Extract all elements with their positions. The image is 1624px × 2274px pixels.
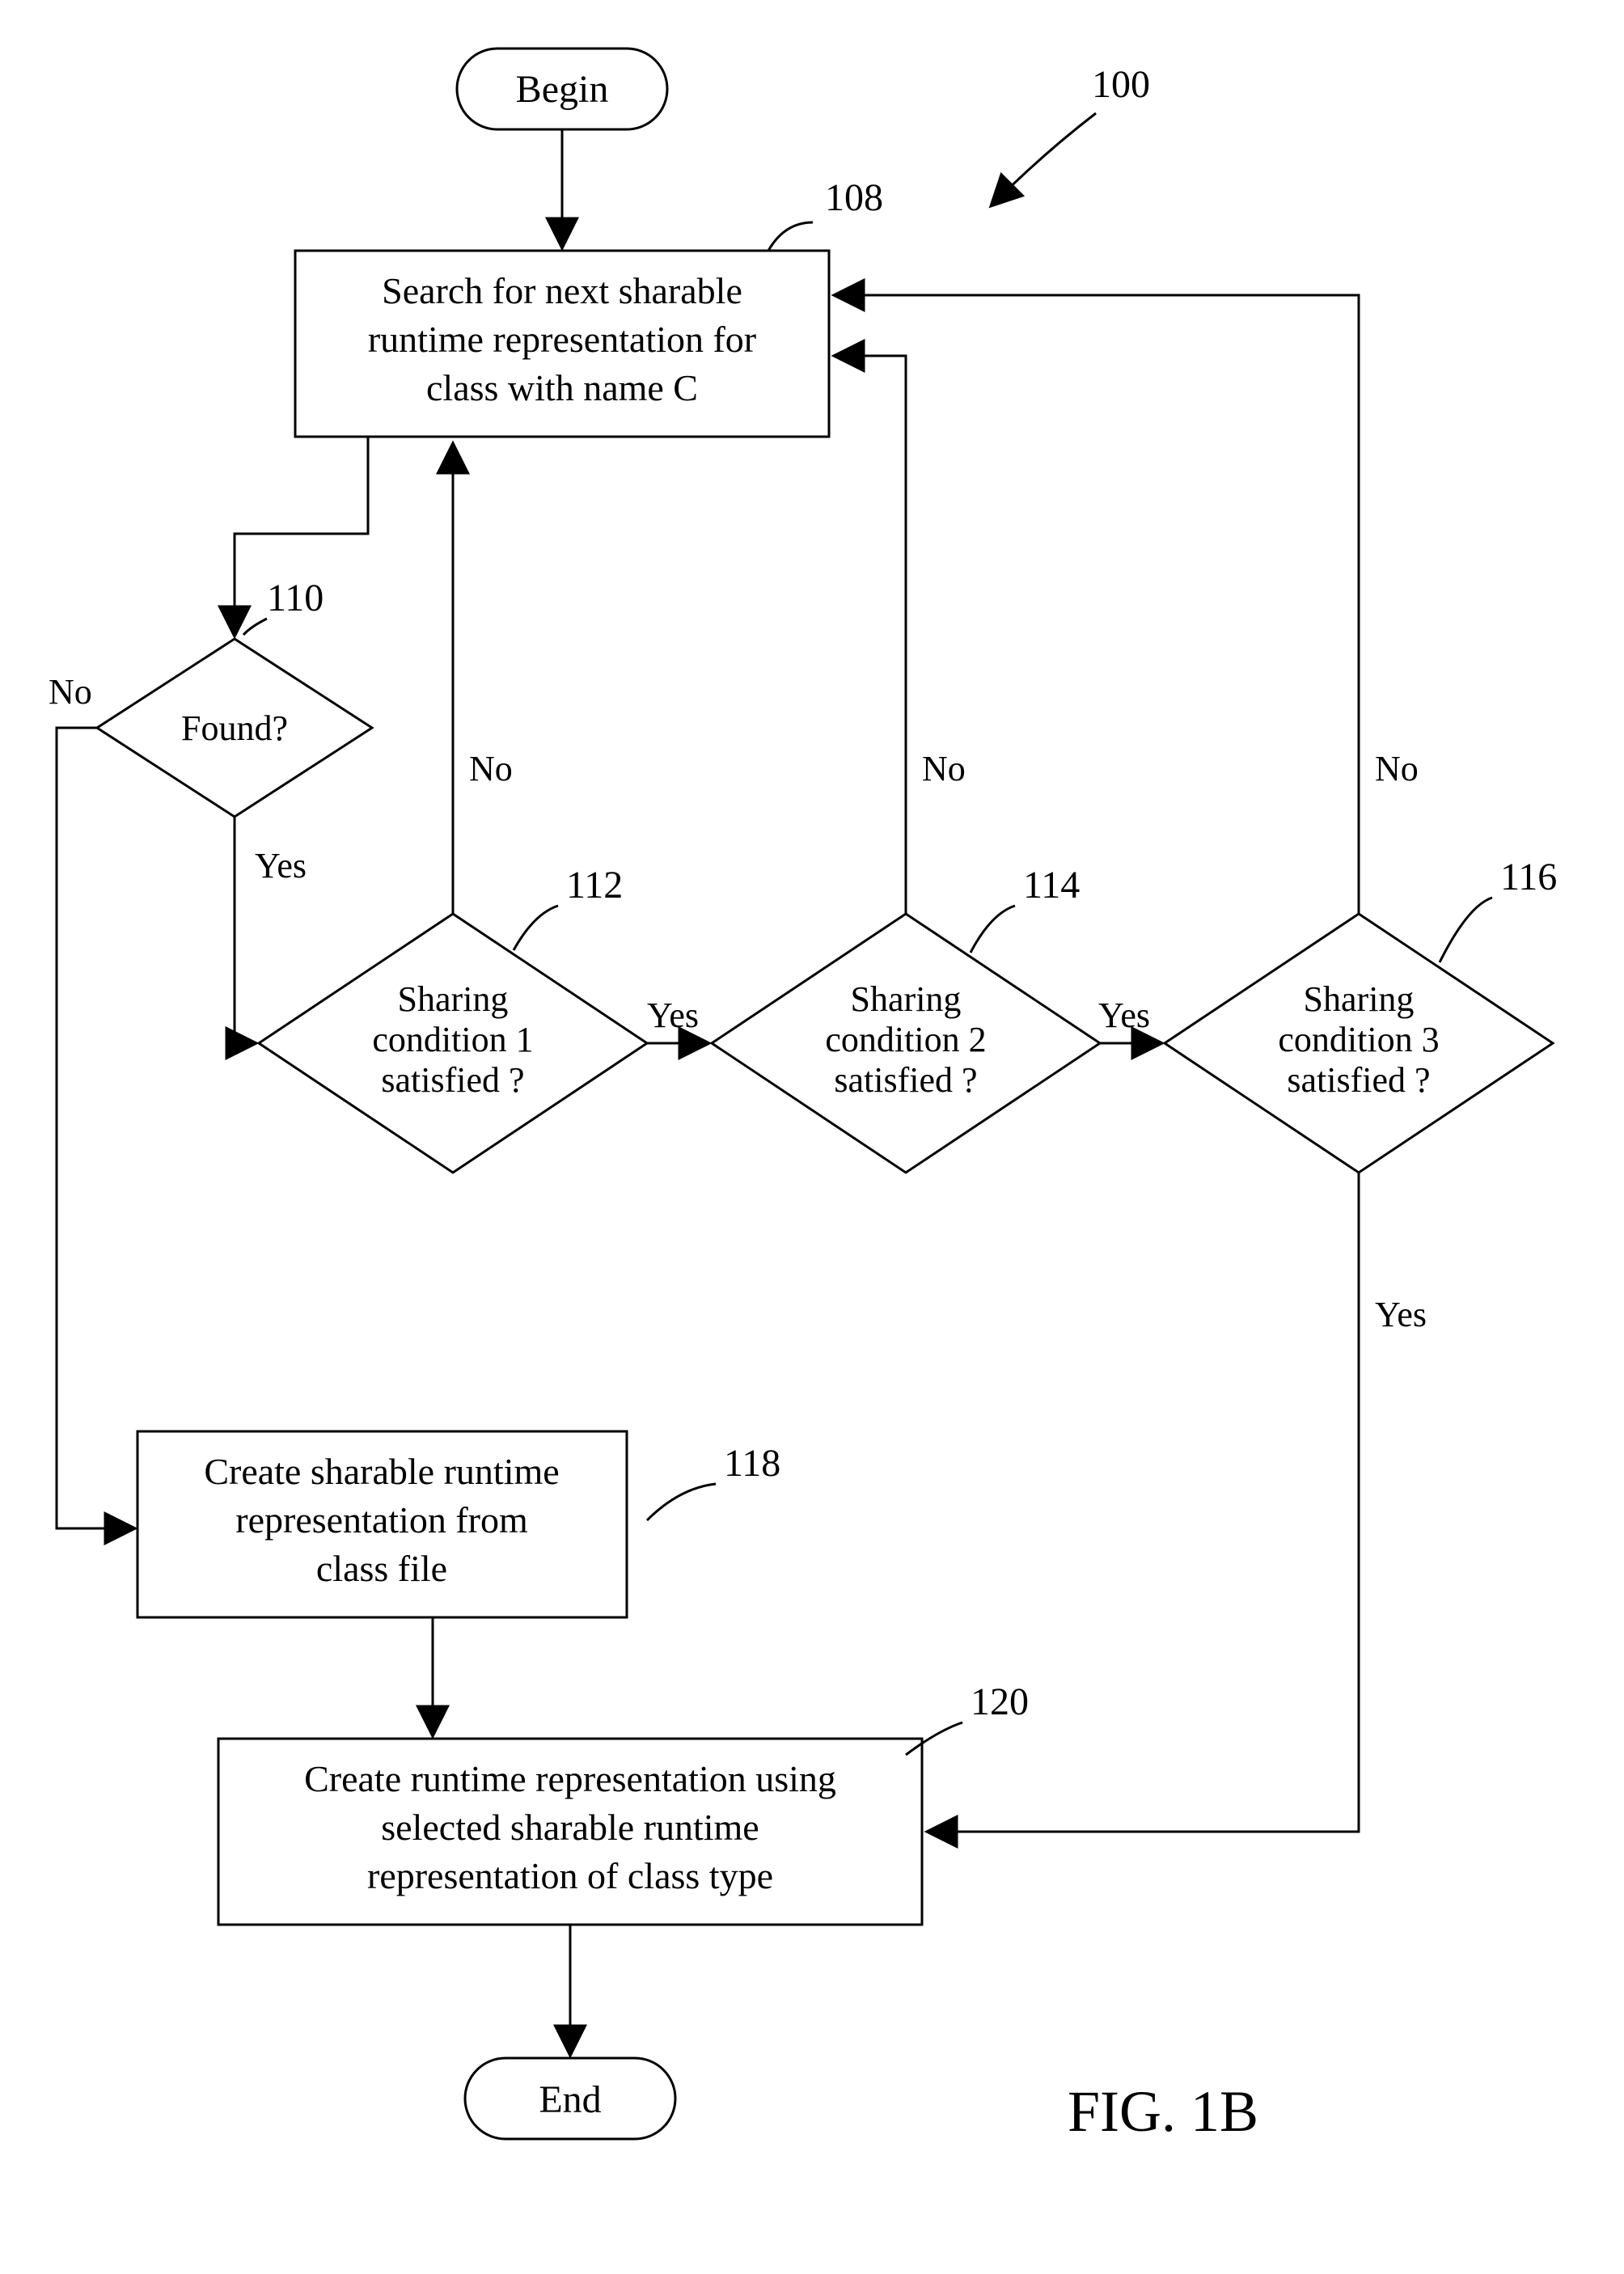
- cond3-l1: Sharing: [1304, 979, 1415, 1019]
- search-l1: Search for next sharable: [382, 270, 742, 311]
- create-sharable-l3: class file: [316, 1548, 447, 1589]
- ref-116: 116: [1500, 856, 1557, 898]
- cond2-l1: Sharing: [851, 979, 962, 1019]
- end-label: End: [539, 2078, 601, 2121]
- cond3-yes-label: Yes: [1375, 1295, 1427, 1334]
- ref-114-leader: [971, 906, 1015, 953]
- cond1-l1: Sharing: [398, 979, 509, 1019]
- ref-118: 118: [724, 1442, 780, 1485]
- ref-112: 112: [566, 864, 623, 907]
- cond1-yes-label: Yes: [647, 995, 699, 1035]
- search-l2: runtime representation for: [368, 319, 756, 360]
- edge-cond2-no: [839, 356, 906, 914]
- ref-110: 110: [267, 577, 324, 619]
- cond2-no-label: No: [922, 749, 966, 788]
- search-l3: class with name C: [426, 367, 698, 408]
- cond3-l3: satisfied ?: [1287, 1060, 1430, 1100]
- found-no-label: No: [49, 672, 92, 712]
- cond3-l2: condition 3: [1278, 1020, 1439, 1059]
- cond1-l3: satisfied ?: [381, 1060, 524, 1100]
- ref-114: 114: [1023, 864, 1080, 907]
- cond3-no-label: No: [1375, 749, 1419, 788]
- edge-found-no: [57, 728, 129, 1528]
- edge-cond3-no: [839, 295, 1359, 914]
- ref-100: 100: [1092, 63, 1150, 106]
- create-sharable-l2: representation from: [235, 1499, 528, 1541]
- create-runtime-l3: representation of class type: [367, 1855, 773, 1896]
- cond2-yes-label: Yes: [1098, 995, 1150, 1035]
- ref-112-leader: [514, 906, 558, 950]
- ref-108-leader: [768, 222, 813, 251]
- cond1-no-label: No: [469, 749, 513, 788]
- cond2-l3: satisfied ?: [834, 1060, 977, 1100]
- edge-found-yes: [235, 817, 251, 1043]
- create-sharable-l1: Create sharable runtime: [204, 1451, 559, 1492]
- edge-cond3-yes: [933, 1173, 1359, 1832]
- begin-label: Begin: [516, 68, 609, 111]
- create-runtime-l1: Create runtime representation using: [304, 1758, 836, 1799]
- ref-108: 108: [825, 176, 883, 219]
- create-runtime-l2: selected sharable runtime: [381, 1807, 759, 1848]
- ref-110-leader: [243, 619, 267, 635]
- ref-118-leader: [647, 1484, 716, 1520]
- found-yes-label: Yes: [255, 846, 307, 886]
- cond1-l2: condition 1: [372, 1020, 533, 1059]
- found-label: Found?: [181, 708, 288, 748]
- figure-label: FIG. 1B: [1068, 2079, 1258, 2144]
- ref-120: 120: [971, 1680, 1029, 1723]
- ref-100-arrow: [995, 113, 1096, 202]
- cond2-l2: condition 2: [825, 1020, 986, 1059]
- ref-116-leader: [1440, 898, 1492, 962]
- flowchart: Begin 100 Search for next sharable runti…: [0, 0, 1624, 2274]
